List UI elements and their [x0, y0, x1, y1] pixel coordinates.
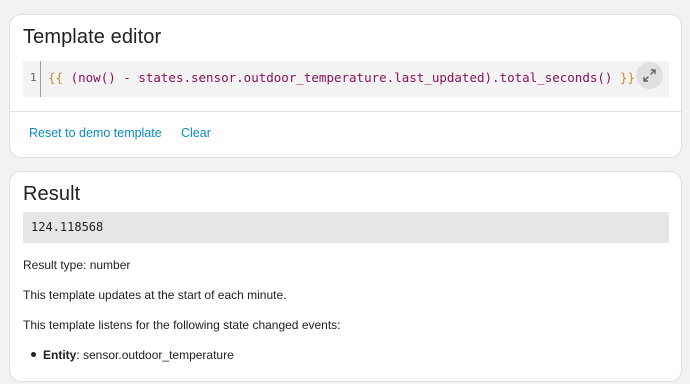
entity-value: : sensor.outdoor_temperature	[76, 348, 234, 362]
entity-label: Entity	[43, 348, 77, 362]
result-card: Result 124.118568 Result type: number Th…	[9, 171, 682, 382]
code-editor[interactable]: 1 {{ (now() - states.sensor.outdoor_temp…	[23, 61, 669, 97]
clear-button[interactable]: Clear	[181, 126, 211, 140]
template-editor-title: Template editor	[23, 26, 162, 48]
list-bullet	[31, 352, 36, 357]
result-value: 124.118568	[31, 220, 104, 234]
code-open-brace: {{	[48, 70, 64, 85]
line-number: 1	[30, 71, 37, 84]
reset-to-demo-button[interactable]: Reset to demo template	[29, 126, 162, 140]
template-editor-card: Template editor 1 {{ (now() - states.sen…	[9, 14, 682, 158]
result-type-text: Result type: number	[23, 258, 131, 272]
entity-list-item: Entity: sensor.outdoor_temperature	[43, 348, 234, 362]
editor-gutter: 1	[23, 61, 41, 97]
code-expression: (now() - states.sensor.outdoor_temperatu…	[63, 70, 620, 85]
expand-arrows-icon	[643, 69, 656, 82]
update-schedule-text: This template updates at the start of ea…	[23, 288, 287, 302]
result-output: 124.118568	[23, 212, 669, 243]
expand-editor-button[interactable]	[636, 62, 663, 89]
code-line[interactable]: {{ (now() - states.sensor.outdoor_temper…	[48, 70, 635, 85]
result-title: Result	[23, 183, 81, 205]
card-actions-divider	[10, 111, 681, 112]
code-close-brace: }}	[619, 70, 636, 85]
listeners-text: This template listens for the following …	[23, 318, 341, 332]
